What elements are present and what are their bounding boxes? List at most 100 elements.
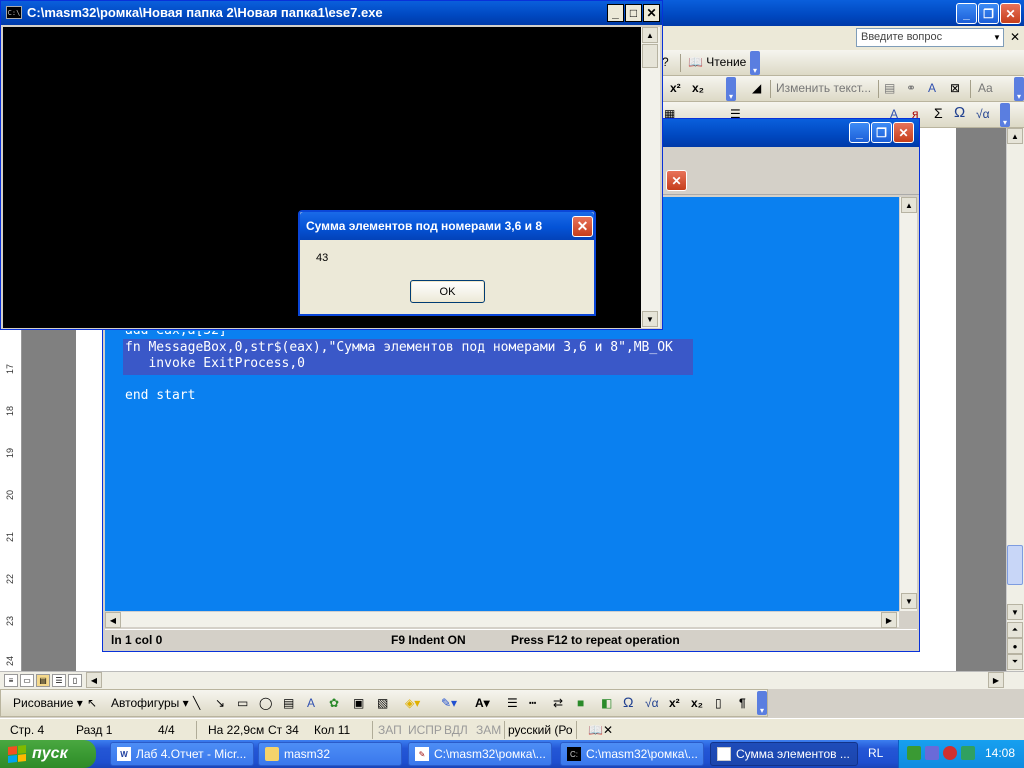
fill-color-icon[interactable]: ◈▾ bbox=[405, 696, 420, 710]
insert-object-icon[interactable]: ▯ bbox=[715, 696, 722, 710]
status-ovr[interactable]: ЗАМ bbox=[476, 723, 501, 737]
network-icon[interactable] bbox=[907, 746, 921, 760]
monitor-icon[interactable] bbox=[925, 746, 939, 760]
taskbar-item-messagebox[interactable]: Сумма элементов ... bbox=[710, 742, 858, 766]
diagram-icon[interactable]: ✿ bbox=[329, 696, 339, 710]
font-color-icon[interactable]: A▾ bbox=[475, 696, 490, 710]
status-rec[interactable]: ЗАП bbox=[378, 723, 402, 737]
link-icon[interactable]: ⚭ bbox=[906, 81, 916, 95]
picture-icon[interactable]: ▧ bbox=[377, 696, 388, 710]
start-button[interactable]: пуск bbox=[0, 740, 96, 768]
web-view-icon[interactable]: ▭ bbox=[20, 674, 34, 687]
word-horizontal-scrollbar[interactable]: ≡ ▭ ▤ ☰ ▯ ◀ ▶ bbox=[0, 671, 1024, 689]
line-icon[interactable]: ╲ bbox=[193, 696, 200, 710]
clock[interactable]: 14:08 bbox=[985, 746, 1015, 760]
insert-field-icon[interactable]: ▤ bbox=[884, 81, 895, 95]
console-maximize-button[interactable]: □ bbox=[625, 4, 642, 22]
scroll-up-icon[interactable]: ▲ bbox=[1007, 128, 1023, 144]
scroll-up-icon[interactable]: ▲ bbox=[642, 27, 658, 43]
console-scroll-thumb[interactable] bbox=[642, 44, 658, 68]
help-icon[interactable]: ? bbox=[662, 55, 669, 69]
console-vertical-scrollbar[interactable]: ▲ ▼ bbox=[641, 27, 660, 328]
security-icon[interactable] bbox=[961, 746, 975, 760]
scroll-up-icon[interactable]: ▲ bbox=[901, 197, 917, 213]
dash-style-icon[interactable]: ┅ bbox=[529, 696, 536, 710]
console-minimize-button[interactable]: _ bbox=[607, 4, 624, 22]
subscript-button[interactable]: x₂ bbox=[691, 696, 703, 710]
change-text-button[interactable]: Изменить текст... bbox=[776, 81, 871, 95]
sqrt-button[interactable]: √α bbox=[976, 107, 990, 121]
autoshapes-button[interactable]: Автофигуры ▾ bbox=[111, 696, 189, 710]
toolbar-options-icon[interactable]: ▾ bbox=[1000, 103, 1010, 127]
editor-doc-close-button[interactable]: ✕ bbox=[666, 170, 687, 191]
change-case-button[interactable]: Aa bbox=[978, 81, 993, 95]
omega-button[interactable]: Ω bbox=[954, 104, 965, 121]
reading-view-icon[interactable]: ▯ bbox=[68, 674, 82, 687]
wordart-icon[interactable]: A bbox=[307, 696, 315, 710]
browse-object-icon[interactable]: ● bbox=[1007, 638, 1023, 654]
taskbar-item-console[interactable]: C: C:\masm32\ромка\... bbox=[560, 742, 704, 766]
editor-close-button[interactable]: ✕ bbox=[893, 122, 914, 143]
editor-maximize-button[interactable]: ❐ bbox=[871, 122, 892, 143]
scroll-left-icon[interactable]: ◀ bbox=[105, 612, 121, 628]
subscript-button[interactable]: x₂ bbox=[692, 81, 704, 95]
arrow-style-icon[interactable]: ⇄ bbox=[553, 696, 563, 710]
spelling-icon[interactable]: 📖✕ bbox=[588, 723, 613, 737]
message-box-close-button[interactable]: ✕ bbox=[572, 216, 593, 237]
editor-minimize-button[interactable]: _ bbox=[849, 122, 870, 143]
omega-button[interactable]: Ω bbox=[623, 694, 633, 710]
word-vertical-scrollbar[interactable]: ▲ ▼ ⏶ ● ⏷ bbox=[1006, 128, 1024, 671]
word-close-button[interactable]: ✕ bbox=[1000, 3, 1021, 24]
taskbar-item-editor[interactable]: ✎ C:\masm32\ромка\... bbox=[408, 742, 552, 766]
outline-view-icon[interactable]: ☰ bbox=[52, 674, 66, 687]
language-indicator[interactable]: RL bbox=[868, 746, 883, 760]
word-scroll-thumb[interactable] bbox=[1007, 545, 1023, 585]
shadow-icon[interactable]: ■ bbox=[577, 696, 584, 710]
scroll-down-icon[interactable]: ▼ bbox=[642, 311, 658, 327]
scroll-right-icon[interactable]: ▶ bbox=[988, 672, 1004, 688]
toolbar-options-icon[interactable]: ▾ bbox=[726, 77, 736, 101]
wordart-icon[interactable]: A bbox=[928, 81, 936, 95]
status-trk[interactable]: ИСПР bbox=[408, 723, 442, 737]
status-ext[interactable]: ВДЛ bbox=[444, 723, 468, 737]
scroll-down-icon[interactable]: ▼ bbox=[901, 593, 917, 609]
arrow-icon[interactable]: ↘ bbox=[215, 696, 225, 710]
textbox-icon[interactable]: ▤ bbox=[283, 696, 294, 710]
prev-page-icon[interactable]: ⏶ bbox=[1007, 622, 1023, 638]
toolbar-options-icon[interactable]: ▾ bbox=[757, 691, 767, 715]
rectangle-icon[interactable]: ▭ bbox=[237, 696, 248, 710]
help-search-input[interactable]: Введите вопрос bbox=[856, 28, 1004, 47]
select-objects-icon[interactable]: ↖ bbox=[87, 696, 97, 710]
line-style-icon[interactable]: ☰ bbox=[507, 696, 518, 710]
3d-icon[interactable]: ◧ bbox=[601, 696, 612, 710]
print-view-icon[interactable]: ▤ bbox=[36, 674, 50, 687]
scroll-left-icon[interactable]: ◀ bbox=[86, 672, 102, 688]
text-direction-icon[interactable]: ◢ bbox=[752, 81, 761, 95]
drawing-menu-button[interactable]: Рисование ▾ bbox=[13, 696, 83, 710]
clipart-icon[interactable]: ▣ bbox=[353, 696, 364, 710]
doc-close-icon[interactable]: ✕ bbox=[1010, 30, 1020, 44]
word-maximize-button[interactable]: ❐ bbox=[978, 3, 999, 24]
scroll-right-icon[interactable]: ▶ bbox=[881, 612, 897, 628]
reading-button[interactable]: 📖 Чтение bbox=[688, 55, 746, 69]
chevron-down-icon[interactable]: ▼ bbox=[991, 29, 1003, 46]
taskbar-item-word[interactable]: W Лаб 4.Отчет - Micr... bbox=[110, 742, 254, 766]
sigma-button[interactable]: Σ bbox=[934, 105, 943, 121]
break-link-icon[interactable]: ⊠ bbox=[950, 81, 960, 95]
taskbar-item-folder[interactable]: masm32 bbox=[258, 742, 402, 766]
pilcrow-icon[interactable]: ¶ bbox=[739, 696, 746, 710]
toolbar-options-icon[interactable]: ▾ bbox=[1014, 77, 1024, 101]
next-page-icon[interactable]: ⏷ bbox=[1007, 654, 1023, 670]
console-close-button[interactable]: ✕ bbox=[643, 4, 660, 22]
word-minimize-button[interactable]: _ bbox=[956, 3, 977, 24]
antivirus-icon[interactable] bbox=[943, 746, 957, 760]
editor-horizontal-scrollbar[interactable]: ◀ ▶ bbox=[105, 611, 899, 628]
console-icon[interactable]: C:\ bbox=[6, 6, 22, 19]
normal-view-icon[interactable]: ≡ bbox=[4, 674, 18, 687]
superscript-button[interactable]: x² bbox=[669, 696, 680, 710]
ok-button[interactable]: OK bbox=[410, 280, 485, 303]
line-color-icon[interactable]: ✎▾ bbox=[441, 696, 457, 710]
editor-vertical-scrollbar[interactable]: ▲ ▼ bbox=[899, 197, 917, 611]
oval-icon[interactable]: ◯ bbox=[259, 696, 272, 710]
scroll-down-icon[interactable]: ▼ bbox=[1007, 604, 1023, 620]
